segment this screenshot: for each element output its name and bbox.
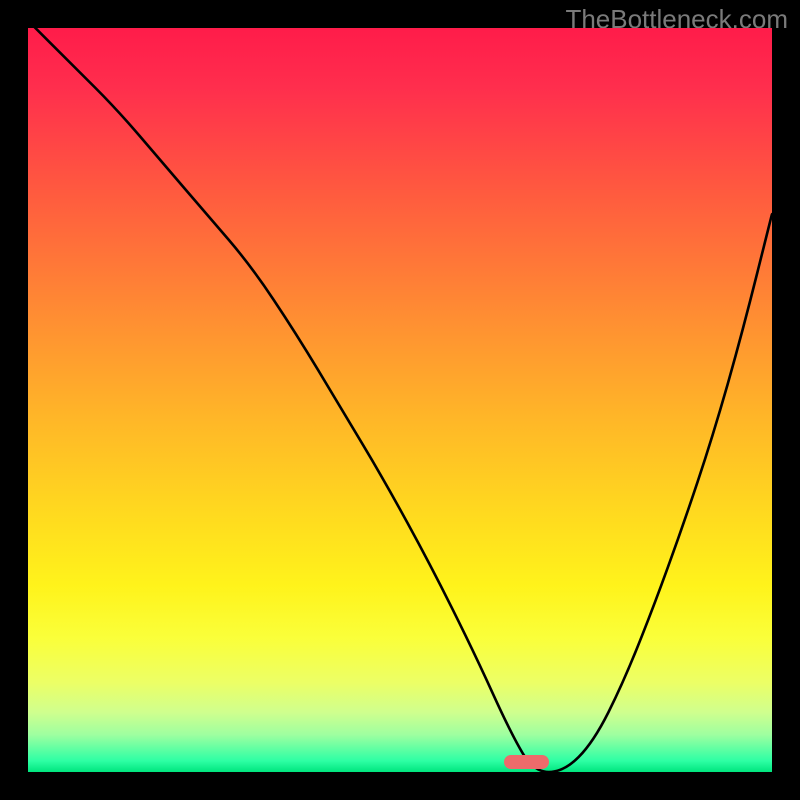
- optimal-range-marker: [504, 755, 549, 769]
- plot-area: [28, 28, 772, 772]
- chart-container: TheBottleneck.com: [0, 0, 800, 800]
- bottleneck-curve: [28, 28, 772, 772]
